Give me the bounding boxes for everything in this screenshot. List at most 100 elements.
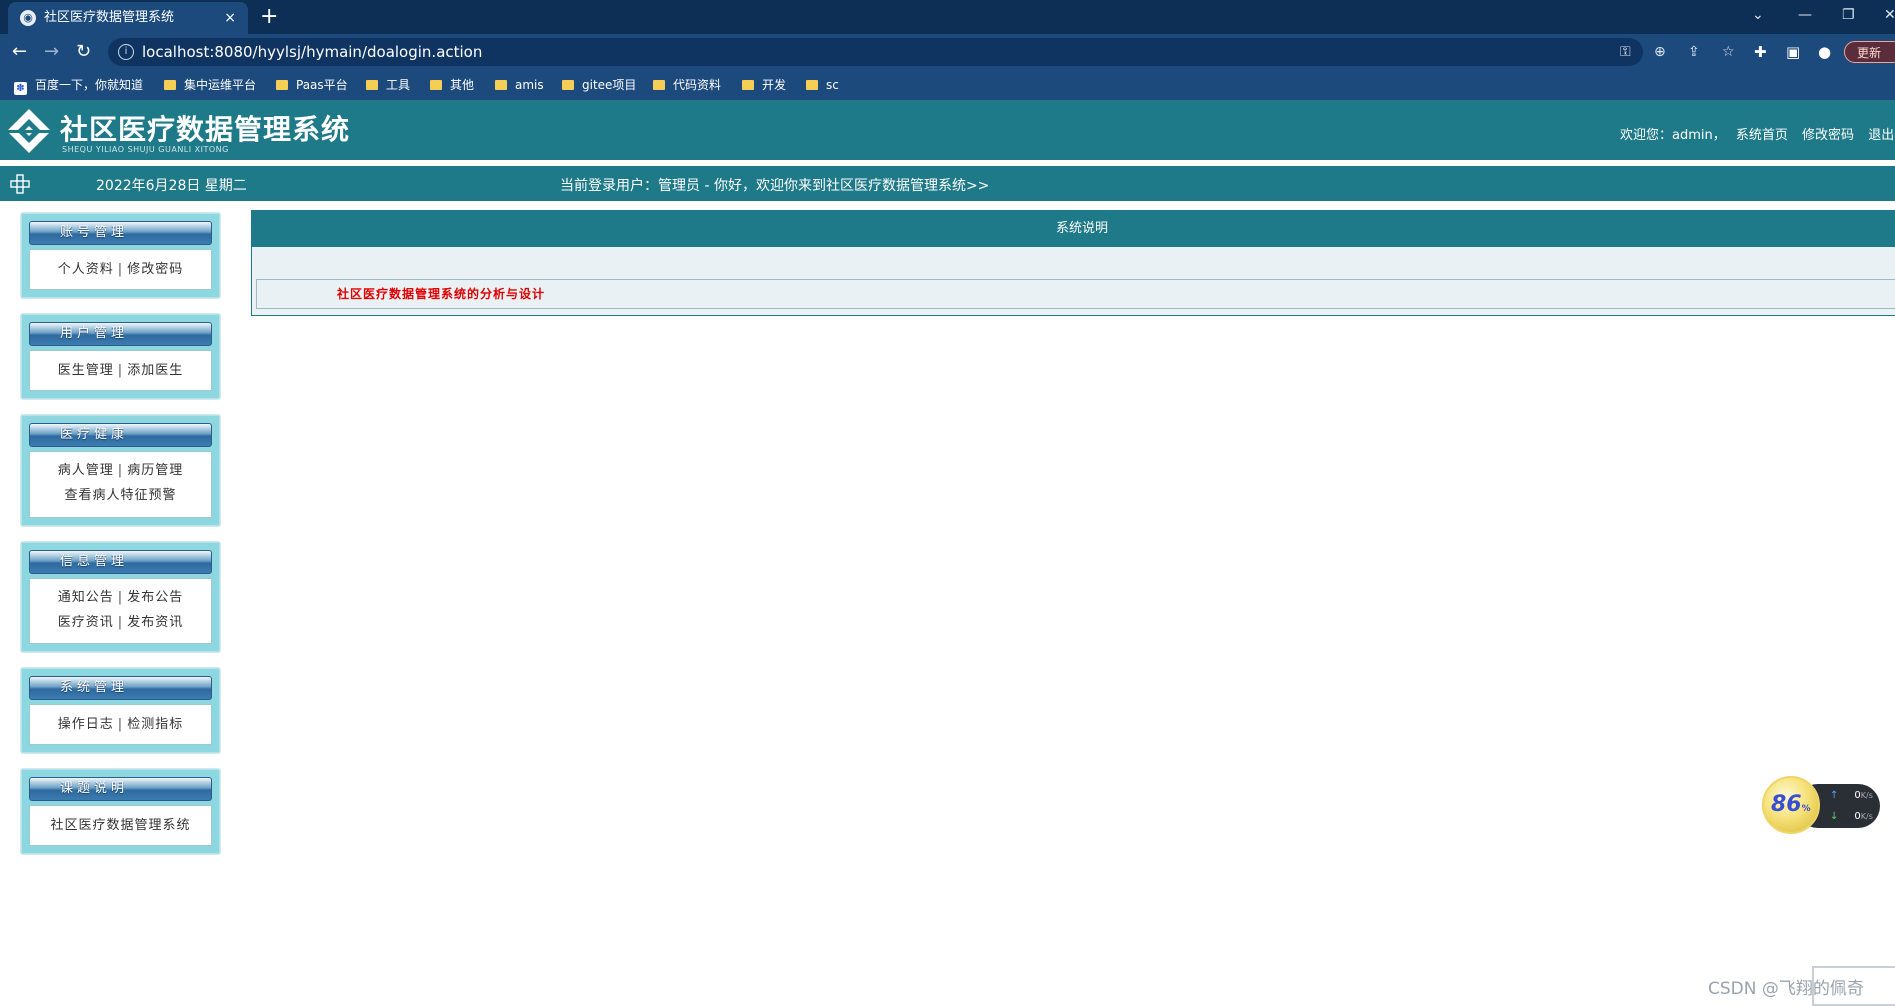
bookmark-star-icon[interactable]: ☆ xyxy=(1722,38,1735,66)
sidebar-section-body: 操作日志 | 检测指标 xyxy=(29,704,212,745)
download-arrow-icon: ↓ xyxy=(1830,811,1839,822)
bookmark-item[interactable]: ✽ 百度一下，你就知道 xyxy=(14,70,143,100)
sidebar-link-patient-warning[interactable]: 查看病人特征预警 xyxy=(64,488,176,503)
description-row: 社区医疗数据管理系统的分析与设计 xyxy=(256,279,1895,309)
sidebar-row: 查看病人特征预警 xyxy=(30,483,211,508)
zoom-icon[interactable]: ⊕ xyxy=(1654,38,1666,66)
minimize-button[interactable]: — xyxy=(1798,0,1812,30)
sidebar-section-info: 信息管理 通知公告 | 发布公告 医疗资讯 | 发布资讯 xyxy=(20,541,221,653)
panel-title: 系统说明 xyxy=(1056,221,1109,236)
forward-arrow-icon[interactable]: → xyxy=(44,34,59,70)
network-speed-widget[interactable]: 86% ↑ 0K/s ↓ 0K/s xyxy=(1762,776,1882,836)
link-separator: | xyxy=(117,615,124,630)
upload-speed: ↑ 0K/s xyxy=(1830,790,1873,801)
share-icon[interactable]: ⇪ xyxy=(1688,38,1700,66)
restore-button[interactable]: ❐ xyxy=(1842,0,1855,30)
sidebar-link-patient-management[interactable]: 病人管理 xyxy=(58,463,114,478)
change-password-link[interactable]: 修改密码 xyxy=(1802,128,1854,143)
reload-icon[interactable]: ↻ xyxy=(76,34,91,70)
logout-link[interactable]: 退出登 xyxy=(1868,128,1895,143)
bookmark-item[interactable]: 开发 xyxy=(742,70,786,100)
close-window-button[interactable]: ✕ xyxy=(1884,0,1895,30)
sidebar-section-title: 课题说明 xyxy=(29,777,212,801)
usage-percent: 86% xyxy=(1771,792,1811,817)
site-header: 社区医疗数据管理系统 SHEQU YILIAO SHUJU GUANLI XIT… xyxy=(0,100,1895,160)
bookmark-item[interactable]: gitee项目 xyxy=(562,70,636,100)
cpu-usage-ball: 86% xyxy=(1762,776,1820,834)
grid-menu-icon xyxy=(10,174,30,194)
upload-arrow-icon: ↑ xyxy=(1830,790,1839,801)
bookmark-item[interactable]: 工具 xyxy=(366,70,410,100)
sidebar-row: 操作日志 | 检测指标 xyxy=(30,712,211,737)
sidebar-row: 医生管理 | 添加医生 xyxy=(30,358,211,383)
bookmark-label: 工具 xyxy=(386,78,411,92)
new-tab-button[interactable]: + xyxy=(260,0,278,34)
sidebar-link-doctor-management[interactable]: 医生管理 xyxy=(58,363,114,378)
key-icon[interactable]: ⚿ xyxy=(1620,38,1631,66)
sidebar-link-publish-notice[interactable]: 发布公告 xyxy=(127,590,183,605)
sidebar-link-profile[interactable]: 个人资料 xyxy=(58,262,114,277)
bookmark-label: 集中运维平台 xyxy=(184,78,257,92)
sidebar-section-body: 医生管理 | 添加医生 xyxy=(29,350,212,391)
profile-avatar-icon[interactable]: ● xyxy=(1818,34,1831,70)
globe-icon: ◉ xyxy=(20,10,36,26)
description-link[interactable]: 社区医疗数据管理系统的分析与设计 xyxy=(337,280,545,308)
current-user-welcome: 当前登录用户：管理员 - 你好，欢迎你来到社区医疗数据管理系统>> xyxy=(560,178,990,194)
sidebar-section-health: 医疗健康 病人管理 | 病历管理 查看病人特征预警 xyxy=(20,414,221,527)
usage-percent-unit: % xyxy=(1801,804,1811,814)
extensions-puzzle-icon[interactable]: ✚ xyxy=(1754,34,1767,70)
link-separator: | xyxy=(117,590,124,605)
bookmark-label: Paas平台 xyxy=(296,78,348,92)
back-arrow-icon[interactable]: ← xyxy=(12,34,27,70)
home-link[interactable]: 系统首页 xyxy=(1736,128,1788,143)
download-unit: K/s xyxy=(1860,812,1873,821)
sidebar-section-body: 社区医疗数据管理系统 xyxy=(29,805,212,846)
update-button[interactable]: 更新 xyxy=(1844,41,1895,63)
tab-title: 社区医疗数据管理系统 xyxy=(44,10,175,25)
sidebar-link-medical-news[interactable]: 医疗资讯 xyxy=(58,615,114,630)
sidebar-link-record-management[interactable]: 病历管理 xyxy=(127,463,183,478)
panel-header: 系统说明 xyxy=(252,211,1895,247)
system-description-panel: 系统说明 社区医疗数据管理系统的分析与设计 xyxy=(251,210,1895,316)
sidebar-section-title: 系统管理 xyxy=(29,676,212,700)
sidebar-link-operation-log[interactable]: 操作日志 xyxy=(58,717,114,732)
bookmark-item[interactable]: Paas平台 xyxy=(276,70,348,100)
folder-icon xyxy=(562,80,574,90)
current-date: 2022年6月28日 星期二 xyxy=(96,178,247,194)
tab-close-button[interactable]: × xyxy=(224,2,236,34)
sidebar-section-body: 个人资料 | 修改密码 xyxy=(29,249,212,290)
browser-tab-active[interactable]: ◉ 社区医疗数据管理系统 × xyxy=(8,2,248,34)
bookmark-item[interactable]: 集中运维平台 xyxy=(164,70,256,100)
header-links: 欢迎您：admin， 系统首页 修改密码 退出登 xyxy=(1620,124,1895,143)
sidebar-section-account: 账号管理 个人资料 | 修改密码 xyxy=(20,212,221,299)
bookmark-item[interactable]: amis xyxy=(495,70,544,100)
sidebar-link-detection-index[interactable]: 检测指标 xyxy=(127,717,183,732)
sidebar-link-publish-news[interactable]: 发布资讯 xyxy=(127,615,183,630)
link-separator: | xyxy=(117,717,124,732)
usage-percent-value: 86 xyxy=(1771,792,1802,817)
sidebar-link-notices[interactable]: 通知公告 xyxy=(58,590,114,605)
csdn-watermark: CSDN @飞翔的佩奇 xyxy=(1708,979,1864,999)
site-info-icon[interactable]: i xyxy=(118,44,134,60)
sidebar-section-title: 用户管理 xyxy=(29,322,212,346)
side-panel-icon[interactable]: ▣ xyxy=(1786,34,1800,70)
sidebar-section-topic: 课题说明 社区医疗数据管理系统 xyxy=(20,768,221,855)
sidebar-section-system: 系统管理 操作日志 | 检测指标 xyxy=(20,667,221,754)
bookmark-label: amis xyxy=(515,78,544,92)
link-separator: | xyxy=(117,463,124,478)
sidebar-section-title: 医疗健康 xyxy=(29,423,212,447)
link-separator: | xyxy=(117,363,124,378)
folder-icon xyxy=(164,80,176,90)
address-url[interactable]: localhost:8080/hyylsj/hymain/doalogin.ac… xyxy=(142,38,482,66)
bookmark-label: 百度一下，你就知道 xyxy=(35,78,144,92)
sidebar-link-add-doctor[interactable]: 添加医生 xyxy=(127,363,183,378)
bookmark-item[interactable]: sc xyxy=(806,70,839,100)
bookmark-item[interactable]: 代码资料 xyxy=(653,70,721,100)
tab-search-icon[interactable]: ⌄ xyxy=(1752,0,1764,30)
sidebar-section-body: 通知公告 | 发布公告 医疗资讯 | 发布资讯 xyxy=(29,578,212,644)
site-subtitle: SHEQU YILIAO SHUJU GUANLI XITONG xyxy=(62,145,229,154)
sidebar-link-topic-description[interactable]: 社区医疗数据管理系统 xyxy=(50,818,190,833)
address-bar[interactable]: i localhost:8080/hyylsj/hymain/doalogin.… xyxy=(108,38,1735,66)
sidebar-link-change-password[interactable]: 修改密码 xyxy=(127,262,183,277)
bookmark-item[interactable]: 其他 xyxy=(430,70,474,100)
